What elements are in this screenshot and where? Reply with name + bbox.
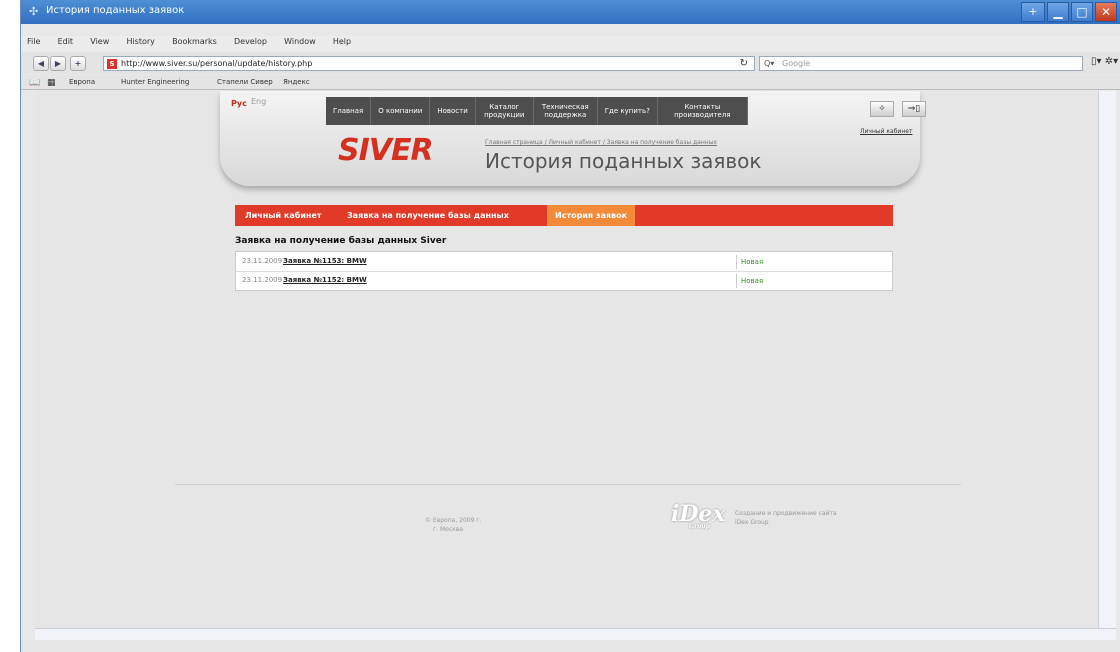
horizontal-scrollbar[interactable] (35, 628, 1116, 640)
developer-name: iDex Group (735, 519, 769, 526)
login-icon[interactable]: ⇒▯ (902, 101, 926, 117)
nav-news[interactable]: Новости (430, 97, 476, 125)
cabinet-link[interactable]: Личный кабинет (860, 128, 912, 135)
top-sites-icon[interactable]: ▦ (47, 78, 56, 88)
nav-where-to-buy[interactable]: Где купить? (598, 97, 658, 125)
reading-list-icon[interactable]: 📖 (29, 78, 40, 88)
page-title: История поданных заявок (485, 149, 762, 173)
page-menu-icon[interactable]: ▯▾ ✲▾ (1091, 56, 1118, 67)
search-icon: Q▾ (764, 59, 775, 68)
window-title: История поданных заявок (46, 5, 185, 16)
sitemap-icon[interactable]: ✧ (870, 101, 894, 117)
siver-logo[interactable]: SIVER (338, 133, 434, 168)
site-header: Рус Eng Главная О компании Новости Катал… (220, 91, 926, 186)
bookmarks-bar: 📖 ▦ Европа Hunter Engineering Стапели Си… (21, 75, 1120, 90)
footer-copyright: © Европа, 2009 г. г. Москва (425, 516, 481, 534)
tab-request-history[interactable]: История заявок (547, 205, 635, 226)
request-link[interactable]: Заявка №1152: BMW (283, 276, 367, 284)
main-nav: Главная О компании Новости Каталог проду… (326, 97, 748, 125)
table-row: 23.11.2009 Заявка №1152: BMW Новая (236, 271, 892, 289)
table-row: 23.11.2009 Заявка №1153: BMW Новая (236, 253, 892, 271)
nav-catalog[interactable]: Каталог продукции (476, 97, 534, 125)
footer-divider (175, 484, 961, 485)
bookmark-item[interactable]: Стапели Сивер (217, 78, 273, 86)
address-bar[interactable]: S http://www.siver.su/personal/update/hi… (103, 56, 755, 71)
new-tab-button[interactable]: + (1021, 2, 1045, 22)
menu-view[interactable]: View (90, 37, 109, 46)
menu-window[interactable]: Window (284, 37, 316, 46)
site-favicon: S (107, 59, 117, 69)
page-viewport: Рус Eng Главная О компании Новости Катал… (35, 91, 1098, 628)
reload-icon[interactable]: ↻ (740, 58, 748, 69)
developer-line: Создание и продвижение сайта (735, 510, 837, 517)
cabinet-tabs: Личный кабинет Заявка на получение базы … (235, 205, 893, 226)
app-icon: ✣ (29, 5, 39, 18)
nav-toolbar: ◀ ▶ + S http://www.siver.su/personal/upd… (21, 52, 1120, 74)
copyright-city: г. Москва (433, 526, 463, 533)
tab-cabinet[interactable]: Личный кабинет (237, 205, 330, 226)
menu-history[interactable]: History (126, 37, 154, 46)
close-button[interactable]: ✕ (1095, 2, 1117, 22)
lang-english[interactable]: Eng (251, 97, 266, 106)
nav-home[interactable]: Главная (326, 97, 372, 125)
request-date: 23.11.2009 (242, 257, 283, 265)
section-title: Заявка на получение базы данных Siver (235, 236, 447, 246)
bookmark-item[interactable]: Hunter Engineering (121, 78, 189, 86)
bookmark-item[interactable]: Яндекс (283, 78, 310, 86)
menu-edit[interactable]: Edit (58, 37, 74, 46)
menu-bar: File Edit View History Bookmarks Develop… (21, 36, 1120, 52)
developer-credit[interactable]: Создание и продвижение сайта iDex Group (735, 509, 837, 527)
menu-help[interactable]: Help (333, 37, 351, 46)
minimize-button[interactable]: ▁ (1047, 2, 1069, 22)
status-bar (21, 640, 1120, 652)
status-badge: Новая (736, 255, 763, 269)
requests-table: 23.11.2009 Заявка №1153: BMW Новая 23.11… (235, 251, 893, 291)
search-placeholder: Google (782, 59, 811, 68)
search-field[interactable]: Q▾ Google (759, 56, 1083, 71)
copyright-line: © Европа, 2009 г. (425, 517, 482, 524)
nav-contacts[interactable]: Контакты производителя (658, 97, 748, 125)
request-date: 23.11.2009 (242, 276, 283, 284)
address-text[interactable]: http://www.siver.su/personal/update/hist… (121, 59, 312, 68)
back-button[interactable]: ◀ (33, 56, 49, 71)
tab-database-request[interactable]: Заявка на получение базы данных (339, 205, 517, 226)
bookmark-item[interactable]: Европа (69, 78, 95, 86)
title-bar: ✣ История поданных заявок + ▁ □ ✕ (21, 0, 1120, 24)
status-badge: Новая (736, 274, 763, 288)
window-controls: + ▁ □ ✕ (1021, 2, 1117, 22)
menu-file[interactable]: File (27, 37, 40, 46)
nav-support[interactable]: Техническая поддержка (534, 97, 598, 125)
menu-develop[interactable]: Develop (234, 37, 267, 46)
browser-window: ✣ История поданных заявок + ▁ □ ✕ File E… (20, 0, 1120, 652)
vertical-scrollbar[interactable] (1098, 91, 1116, 628)
lang-russian[interactable]: Рус (231, 99, 247, 108)
nav-about[interactable]: О компании (371, 97, 431, 125)
request-link[interactable]: Заявка №1153: BMW (283, 257, 367, 265)
idex-logo[interactable]: iDex Group (671, 501, 726, 530)
menu-bookmarks[interactable]: Bookmarks (172, 37, 217, 46)
maximize-button[interactable]: □ (1071, 2, 1093, 22)
forward-button[interactable]: ▶ (50, 56, 66, 71)
breadcrumb[interactable]: Главная страница / Личный кабинет / Заяв… (485, 139, 717, 146)
add-bookmark-button[interactable]: + (70, 56, 86, 71)
